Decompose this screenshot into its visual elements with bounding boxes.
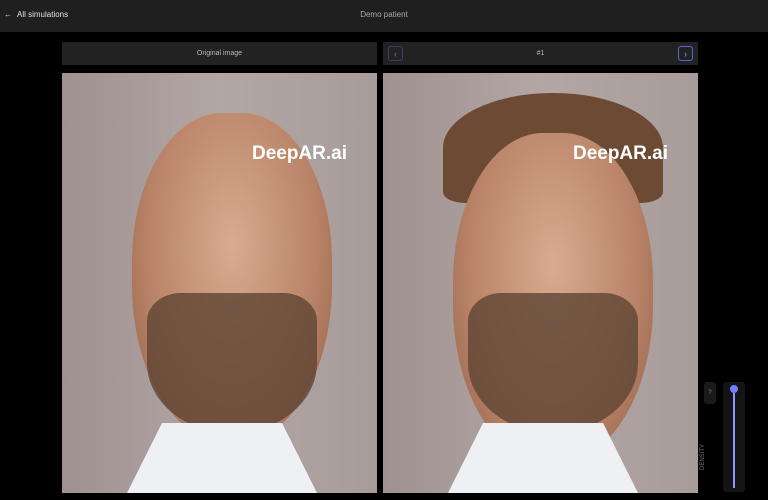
shirt <box>443 423 643 493</box>
chevron-left-icon: ‹ <box>394 48 397 59</box>
simulation-header: ‹ #1 › <box>383 42 698 65</box>
slider-thumb[interactable] <box>730 385 738 393</box>
page-title: Demo patient <box>360 10 408 19</box>
watermark: DeepAR.ai <box>251 143 347 164</box>
original-image: DeepAR.ai <box>62 73 377 493</box>
top-bar: ← All simulations Demo patient <box>0 0 768 32</box>
simulation-image: DeepAR.ai <box>383 73 698 493</box>
original-header: Original image <box>62 42 377 65</box>
next-button[interactable]: › <box>678 46 693 61</box>
beard <box>468 293 638 433</box>
density-slider[interactable] <box>723 382 745 492</box>
density-label: DENSITY <box>700 443 706 470</box>
simulation-label: #1 <box>536 50 545 57</box>
slider-track <box>733 388 735 488</box>
prev-button[interactable]: ‹ <box>388 46 403 61</box>
chevron-right-icon: › <box>684 48 687 59</box>
beard <box>147 293 317 433</box>
help-button[interactable]: ? <box>704 382 716 404</box>
shirt <box>122 423 322 493</box>
help-icon: ? <box>708 390 712 396</box>
watermark: DeepAR.ai <box>572 143 668 164</box>
